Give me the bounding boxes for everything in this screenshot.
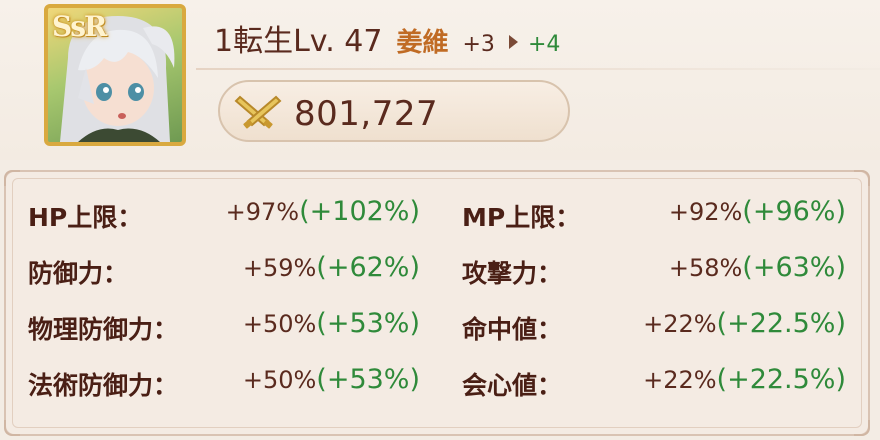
stat-next: (+53%) xyxy=(316,308,420,339)
stat-current: +22% xyxy=(643,366,717,394)
next-plus: +4 xyxy=(527,32,561,57)
stat-values: +50% (+53%) xyxy=(243,364,420,395)
stat-row-physical-defense: 物理防御力： +50% (+53%) xyxy=(28,306,420,346)
stat-current: +97% xyxy=(225,198,300,226)
frame-corner xyxy=(4,170,20,186)
stat-values: +97% (+102%) xyxy=(226,196,420,227)
current-plus: +3 xyxy=(462,32,495,57)
stat-values: +92% (+96%) xyxy=(669,196,846,227)
stat-next: (+63%) xyxy=(742,252,846,283)
stat-next: (+102%) xyxy=(299,196,420,227)
stat-values: +50% (+53%) xyxy=(243,308,420,339)
frame-corner xyxy=(854,170,870,186)
header-divider xyxy=(196,68,880,70)
stat-label: 法術防御力： xyxy=(28,371,179,400)
stat-label: 防御力： xyxy=(28,259,129,288)
stat-row-attack: 攻撃力： +58% (+63%) xyxy=(462,250,846,290)
stat-next: (+22.5%) xyxy=(716,364,846,395)
stat-next: (+96%) xyxy=(742,196,846,227)
stat-values: +22% (+22.5%) xyxy=(643,364,846,395)
stat-current: +58% xyxy=(668,254,743,282)
stat-current: +59% xyxy=(242,254,317,282)
combat-power-value: 801,727 xyxy=(294,94,439,134)
stat-label: 攻撃力： xyxy=(462,259,563,288)
stats-panel: HP上限： +97% (+102%) 防御力： +59% (+62%) 物理防御… xyxy=(4,170,870,436)
stat-values: +22% (+22.5%) xyxy=(643,308,846,339)
stat-row-accuracy: 命中値： +22% (+22.5%) xyxy=(462,306,846,346)
stat-values: +59% (+62%) xyxy=(243,252,420,283)
stat-row-mp: MP上限： +92% (+96%) xyxy=(462,194,846,234)
stat-row-hp: HP上限： +97% (+102%) xyxy=(28,194,420,234)
character-portrait[interactable]: SsR xyxy=(44,4,186,146)
stat-next: (+22.5%) xyxy=(716,308,846,339)
stat-current: +22% xyxy=(643,310,717,338)
stat-current: +50% xyxy=(242,310,317,338)
general-name: 姜維 xyxy=(396,28,449,58)
crossed-swords-icon xyxy=(234,95,282,129)
rarity-badge: SsR xyxy=(52,10,107,43)
combat-power-panel: 801,727 xyxy=(218,80,570,142)
chevron-right-icon xyxy=(508,35,518,49)
rebirth-level: 1転生Lv. 47 xyxy=(214,24,383,59)
frame-corner xyxy=(854,420,870,436)
frame-corner xyxy=(4,420,20,436)
stat-label: HP上限： xyxy=(28,203,143,232)
stat-next: (+53%) xyxy=(316,364,420,395)
upgrade-title: 1転生Lv. 47 姜維 +3 +4 xyxy=(214,16,561,59)
stat-row-defense: 防御力： +59% (+62%) xyxy=(28,250,420,290)
stat-current: +92% xyxy=(668,198,743,226)
stat-label: 会心値： xyxy=(462,371,563,400)
stat-row-magic-defense: 法術防御力： +50% (+53%) xyxy=(28,362,420,402)
stat-label: 物理防御力： xyxy=(28,315,179,344)
stat-current: +50% xyxy=(242,366,317,394)
stat-values: +58% (+63%) xyxy=(669,252,846,283)
stat-row-critical: 会心値： +22% (+22.5%) xyxy=(462,362,846,402)
stat-label: MP上限： xyxy=(462,203,581,232)
stat-next: (+62%) xyxy=(316,252,420,283)
stat-label: 命中値： xyxy=(462,315,563,344)
